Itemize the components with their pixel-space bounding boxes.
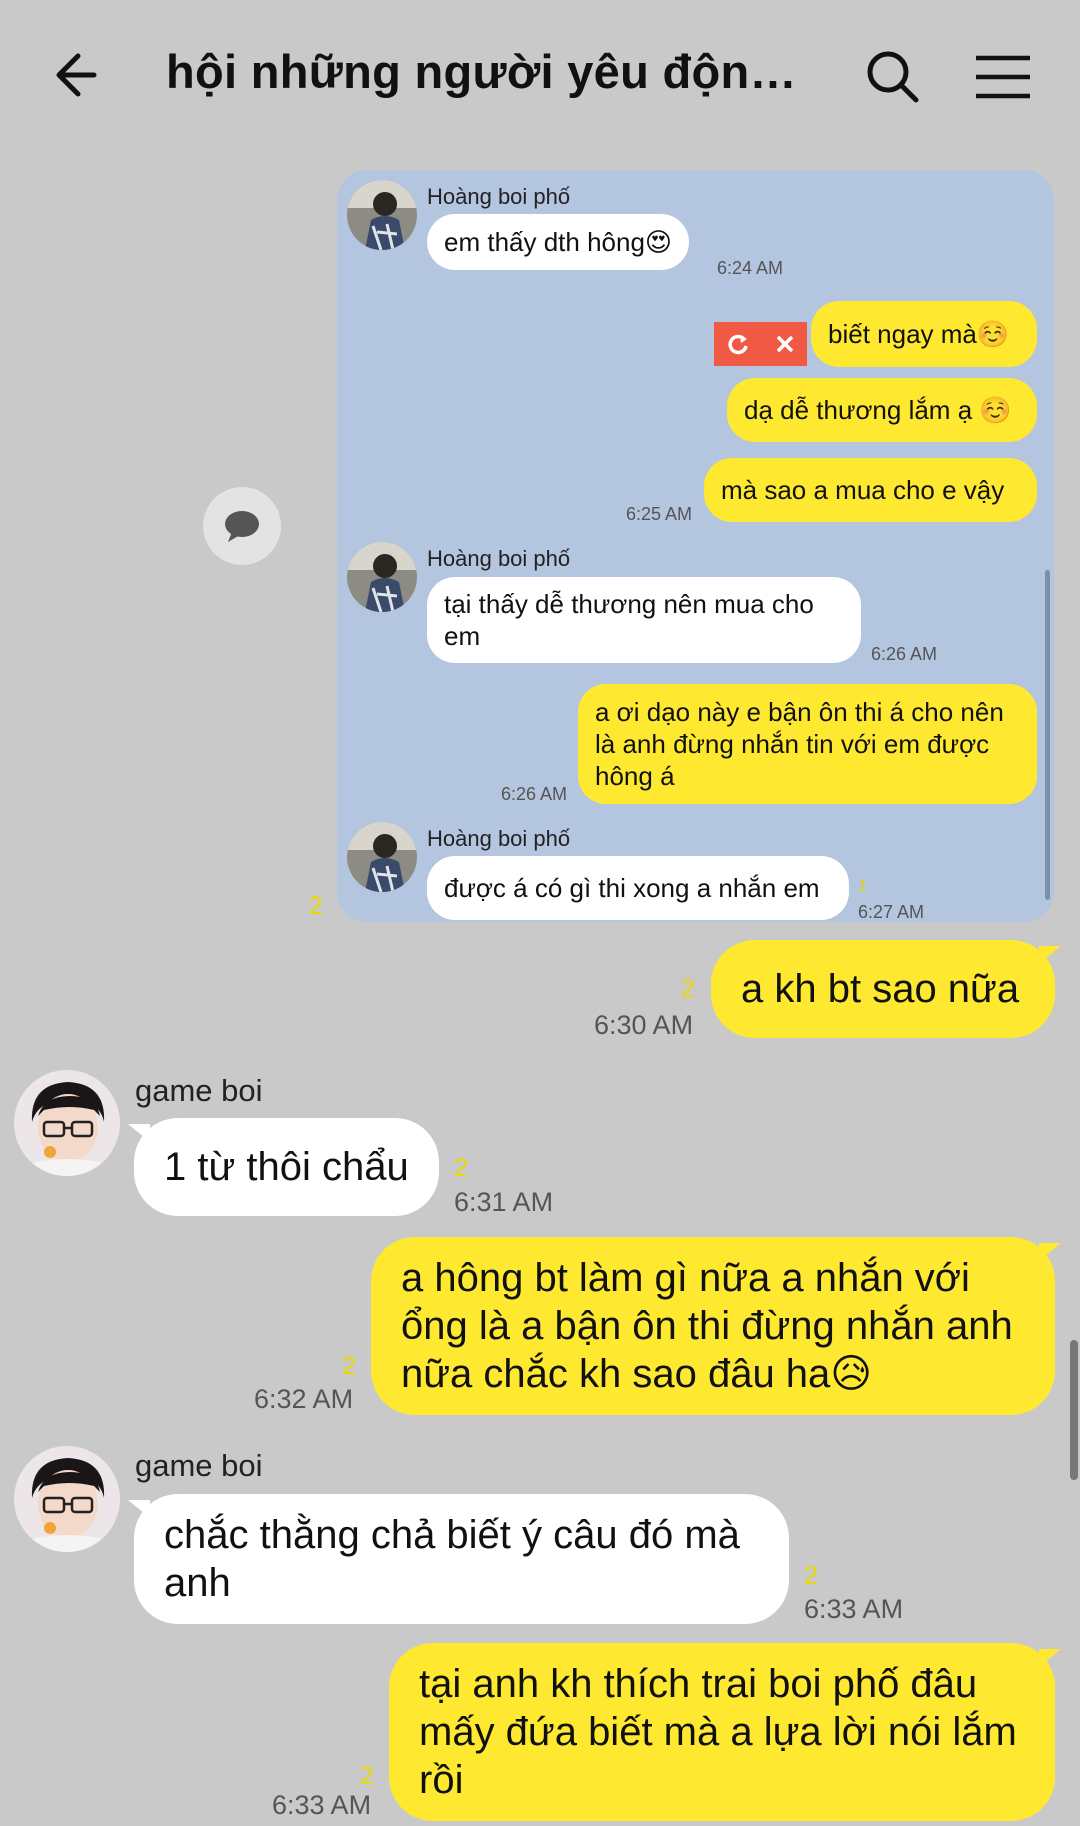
chat-title[interactable]: hội những người yêu động...	[166, 44, 806, 99]
message-time: 6:33 AM	[804, 1594, 904, 1624]
my-message-bubble[interactable]: biết ngay mà☺️	[811, 301, 1037, 367]
read-count: 2	[342, 1352, 356, 1380]
avatar[interactable]	[14, 1446, 120, 1552]
send-failed-badge[interactable]	[714, 322, 807, 366]
message-time: 6:30 AM	[594, 1010, 694, 1040]
message-time: 6:24 AM	[717, 258, 784, 278]
sender-name: Hoàng boi phố	[427, 184, 571, 209]
avatar[interactable]	[347, 180, 417, 250]
my-message-bubble[interactable]: a ơi dạo này e bận ôn thi á cho nên là a…	[578, 684, 1037, 804]
message-bubble[interactable]: 1 từ thôi chẩu	[128, 1118, 439, 1216]
avatar[interactable]	[347, 542, 417, 612]
hamburger-menu-icon[interactable]	[972, 52, 1034, 102]
scrollbar	[1045, 570, 1050, 900]
avatar[interactable]	[14, 1070, 120, 1176]
my-message-bubble[interactable]: a hông bt làm gì nữa a nhắn với ổng là a…	[371, 1237, 1061, 1415]
read-count: 2	[681, 975, 695, 1003]
close-icon[interactable]	[774, 333, 796, 355]
message-bubble[interactable]: được á có gì thi xong a nhắn em	[427, 856, 849, 920]
sender-name: Hoàng boi phố	[427, 546, 571, 571]
my-message-bubble[interactable]: tại anh kh thích trai boi phố đâu mấy đứ…	[389, 1643, 1061, 1821]
sender-name: Hoàng boi phố	[427, 826, 571, 851]
back-arrow-icon[interactable]	[50, 42, 110, 112]
sender-name: game boi	[135, 1448, 263, 1483]
message-time: 6:31 AM	[454, 1187, 554, 1217]
message-time: 6:32 AM	[254, 1384, 354, 1414]
message-time: 6:25 AM	[626, 504, 693, 524]
my-message-bubble[interactable]: a kh bt sao nữa	[711, 940, 1061, 1038]
shared-screenshot[interactable]: Hoàng boi phố em thấy dth hông😍 6:24 AM …	[337, 170, 1054, 922]
my-message-bubble[interactable]: dạ dễ thương lắm ạ ☺️	[727, 378, 1037, 442]
message-bubble[interactable]: em thấy dth hông😍	[427, 214, 690, 270]
scrollbar[interactable]	[1070, 1340, 1078, 1480]
message-time: 6:33 AM	[272, 1790, 372, 1820]
chat-header: hội những người yêu động...	[0, 0, 1080, 155]
my-message-bubble[interactable]: mà sao a mua cho e vậy	[704, 458, 1037, 522]
read-count: 2	[309, 892, 323, 920]
search-icon[interactable]	[864, 48, 922, 106]
chat-bubble-icon[interactable]	[203, 487, 281, 565]
message-time: 6:26 AM	[501, 784, 568, 804]
read-count: 2	[360, 1762, 374, 1790]
message-bubble[interactable]: chắc thằng chả biết ý câu đó mà anh	[128, 1494, 789, 1624]
avatar[interactable]	[347, 822, 417, 892]
message-time: 6:27 AM	[858, 902, 925, 922]
read-count: 1	[858, 878, 867, 895]
retry-icon[interactable]	[725, 331, 751, 357]
read-count: 2	[454, 1154, 468, 1182]
read-count: 2	[804, 1562, 818, 1590]
sender-name: game boi	[135, 1073, 263, 1108]
message-bubble[interactable]: tại thấy dễ thương nên mua cho em	[427, 577, 861, 663]
message-time: 6:26 AM	[871, 644, 938, 664]
